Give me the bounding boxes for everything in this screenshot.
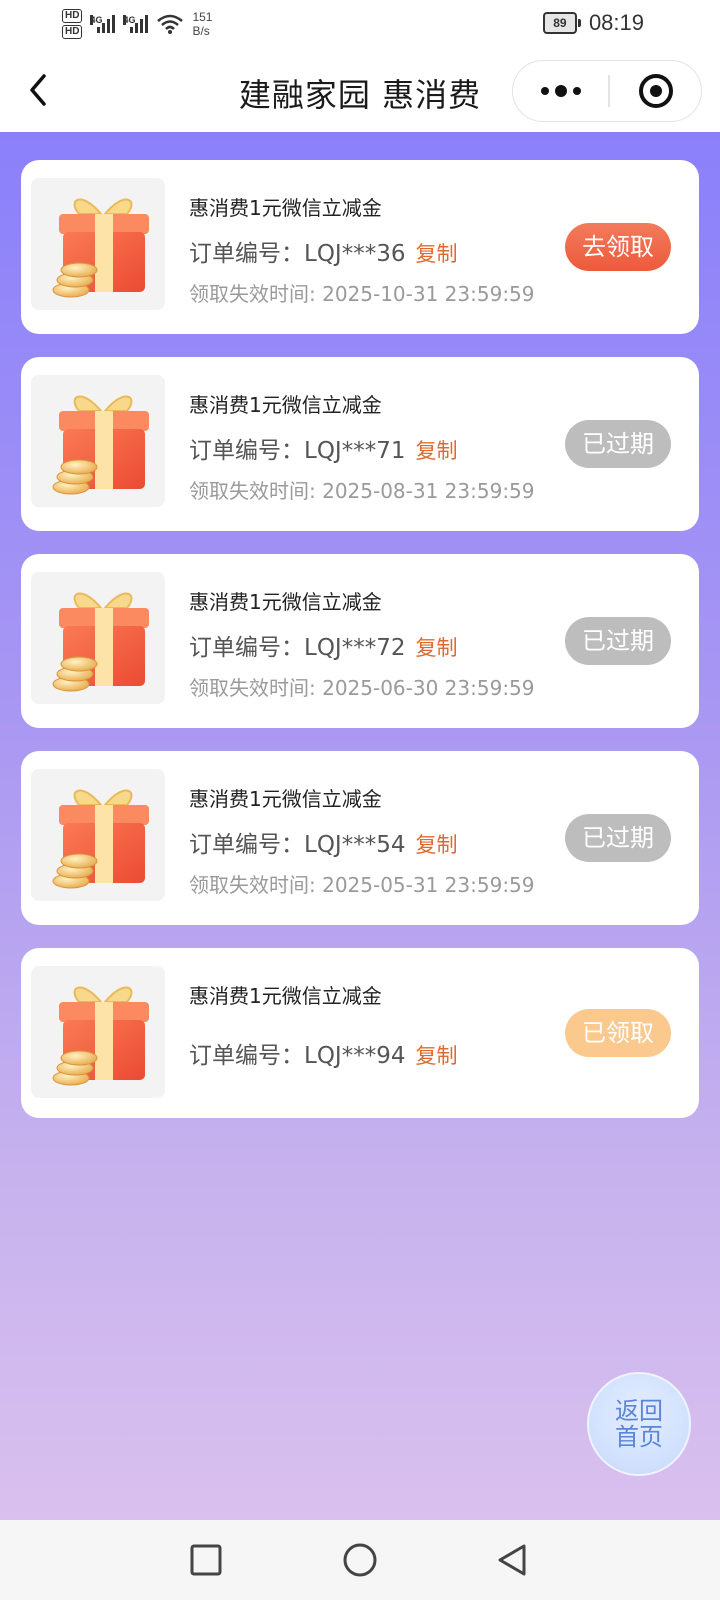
order-label: 订单编号： (189, 832, 304, 858)
expired-badge: 已过期 (565, 617, 671, 665)
expire-time: 领取失效时间: 2025-08-31 23:59:59 (189, 479, 535, 503)
expired-badge: 已过期 (565, 814, 671, 862)
system-nav-bar (0, 1520, 720, 1600)
order-line: 订单编号：LQJ***72 复制 (189, 628, 457, 662)
coupon-card: 惠消费1元微信立减金 订单编号：LQJ***94 复制 已领取 (21, 948, 699, 1118)
coupon-title: 惠消费1元微信立减金 (189, 787, 382, 811)
back-system-button[interactable] (494, 1542, 530, 1578)
coupon-title: 惠消费1元微信立减金 (189, 393, 382, 417)
copy-button[interactable]: 复制 (415, 439, 457, 463)
wifi-icon (157, 14, 184, 34)
order-label: 订单编号： (189, 1043, 304, 1069)
copy-button[interactable]: 复制 (415, 636, 457, 660)
triangle-back-icon (498, 1544, 526, 1576)
status-right: 89 08:19 (542, 10, 644, 36)
home-button-line1: 返回 (615, 1397, 663, 1425)
gift-box-icon (31, 966, 165, 1098)
hd-indicators: HD HD (62, 9, 83, 39)
gift-box-icon (31, 375, 165, 507)
expire-time: 领取失效时间: 2025-10-31 23:59:59 (189, 282, 535, 306)
network-speed-unit: B/s (192, 24, 210, 38)
hd-badge-2: HD (62, 25, 83, 39)
status-left: HD HD 4G 4G 151 B/s (62, 6, 212, 42)
network-type-label-2: 4G (123, 15, 136, 25)
copy-button[interactable]: 复制 (415, 833, 457, 857)
close-miniprogram-button[interactable] (608, 61, 703, 121)
coupon-list: 惠消费1元微信立减金 订单编号：LQJ***36 复制 领取失效时间: 2025-… (0, 132, 720, 1520)
order-line: 订单编号：LQJ***71 复制 (189, 431, 457, 465)
miniprogram-capsule (512, 60, 702, 122)
order-line: 订单编号：LQJ***54 复制 (189, 825, 457, 859)
network-type-label: 4G (90, 15, 103, 25)
battery-level: 89 (542, 12, 577, 34)
gift-box-icon (31, 769, 165, 901)
copy-button[interactable]: 复制 (415, 242, 457, 266)
return-home-button[interactable]: 返回 首页 (587, 1372, 691, 1476)
target-close-icon (638, 74, 673, 108)
order-label: 订单编号： (189, 635, 304, 661)
order-line: 订单编号：LQJ***36 复制 (189, 234, 457, 268)
order-number: LQJ***54 (304, 832, 406, 858)
order-number: LQJ***94 (304, 1043, 406, 1069)
coupon-title: 惠消费1元微信立减金 (189, 196, 382, 220)
expired-badge: 已过期 (565, 420, 671, 468)
claim-button[interactable]: 去领取 (565, 223, 671, 271)
battery-icon: 89 (542, 12, 581, 34)
expire-time: 领取失效时间: 2025-05-31 23:59:59 (189, 873, 535, 897)
order-number: LQJ***71 (304, 438, 406, 464)
order-line: 订单编号：LQJ***94 复制 (189, 1036, 457, 1070)
hd-badge-1: HD (62, 9, 83, 23)
coupon-title: 惠消费1元微信立减金 (189, 590, 382, 614)
order-number: LQJ***36 (304, 241, 406, 267)
coupon-card: 惠消费1元微信立减金 订单编号：LQJ***71 复制 领取失效时间: 2025-… (21, 357, 699, 531)
network-speed-value: 151 (192, 10, 213, 24)
coupon-card: 惠消费1元微信立减金 订单编号：LQJ***72 复制 领取失效时间: 2025-… (21, 554, 699, 728)
more-dots-icon (540, 87, 549, 95)
more-button[interactable] (513, 61, 608, 121)
home-system-button[interactable] (342, 1542, 378, 1578)
order-label: 订单编号： (189, 241, 304, 267)
status-time: 08:19 (588, 10, 644, 35)
copy-button[interactable]: 复制 (415, 1044, 457, 1068)
title-bar: 建融家园 惠消费 (0, 48, 720, 132)
signal-icon-2: 4G (123, 15, 149, 33)
signal-icon: 4G (90, 15, 116, 33)
home-button-line2: 首页 (615, 1423, 663, 1451)
gift-box-icon (31, 178, 165, 310)
recent-apps-button[interactable] (188, 1542, 224, 1578)
gift-box-icon (31, 572, 165, 704)
network-speed: 151 B/s (192, 10, 212, 38)
expire-time: 领取失效时间: 2025-06-30 23:59:59 (189, 676, 535, 700)
coupon-title: 惠消费1元微信立减金 (189, 984, 382, 1008)
status-bar: HD HD 4G 4G 151 B/s 89 08:19 (0, 0, 720, 48)
coupon-card: 惠消费1元微信立减金 订单编号：LQJ***54 复制 领取失效时间: 2025-… (21, 751, 699, 925)
coupon-card: 惠消费1元微信立减金 订单编号：LQJ***36 复制 领取失效时间: 2025-… (21, 160, 699, 334)
claimed-badge: 已领取 (565, 1009, 671, 1057)
order-label: 订单编号： (189, 438, 304, 464)
square-icon (190, 1544, 222, 1576)
circle-icon (343, 1543, 377, 1577)
order-number: LQJ***72 (304, 635, 406, 661)
